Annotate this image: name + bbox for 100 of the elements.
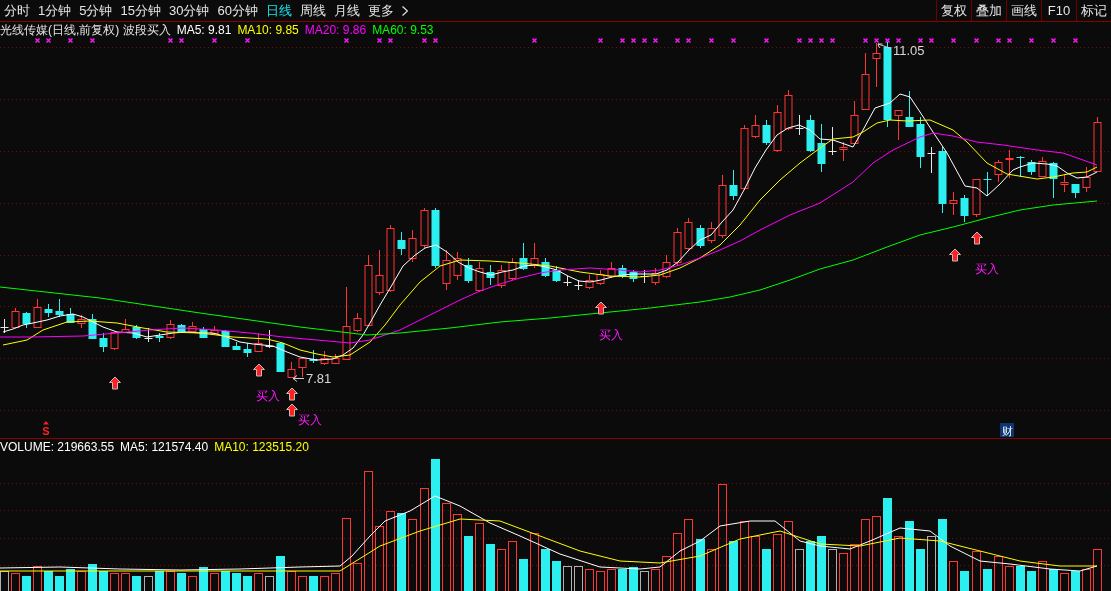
candlestick — [55, 298, 64, 318]
candlestick — [121, 318, 130, 334]
cross-mark-icon — [807, 38, 814, 44]
candlestick — [662, 254, 671, 279]
candlestick — [353, 312, 362, 333]
candlestick — [210, 325, 219, 336]
cross-mark-icon — [387, 38, 394, 44]
candlestick — [287, 361, 296, 379]
candlestick — [475, 261, 484, 293]
period-tab[interactable]: 月线 — [329, 0, 364, 21]
toolbar-button[interactable]: 复权 — [936, 0, 971, 21]
candlestick — [651, 267, 660, 286]
candlestick — [552, 265, 561, 283]
cross-mark-icon — [432, 38, 439, 44]
candlestick — [1027, 159, 1036, 176]
candlestick — [99, 332, 108, 353]
candlestick — [486, 264, 495, 286]
candlestick — [607, 261, 616, 279]
candlestick — [155, 332, 164, 343]
candlestick — [166, 319, 175, 340]
candlestick — [88, 313, 97, 340]
candlestick — [960, 194, 969, 223]
period-tab[interactable]: 1分钟 — [34, 0, 76, 21]
candlestick — [905, 90, 914, 127]
candlestick — [751, 114, 760, 139]
cross-mark-icon — [973, 38, 980, 44]
cross-mark-icon — [1072, 38, 1079, 44]
candlestick — [618, 264, 627, 279]
indicator-label: MA5: 121574.40 — [120, 440, 209, 454]
candlestick — [773, 104, 782, 153]
candlestick — [199, 326, 208, 339]
candlestick — [309, 349, 318, 364]
candlestick — [11, 307, 20, 329]
period-tab[interactable]: 30分钟 — [164, 0, 214, 21]
signal-label: 买入 — [599, 328, 623, 342]
candlestick — [397, 231, 406, 256]
candlestick — [298, 358, 307, 378]
high-price-label: 11.05 — [893, 43, 925, 58]
toolbar-button[interactable]: 画线 — [1006, 0, 1041, 21]
more-menu-button[interactable]: 更多 — [363, 0, 412, 21]
period-tab[interactable]: 5分钟 — [75, 0, 117, 21]
candlestick — [408, 229, 417, 263]
period-tab[interactable]: 60分钟 — [213, 0, 262, 21]
candlestick — [894, 110, 903, 141]
candlestick — [574, 279, 583, 291]
signal-letter: S — [42, 425, 50, 437]
toolbar-button[interactable]: F10 — [1041, 0, 1076, 21]
candlestick — [707, 221, 716, 244]
period-tab[interactable]: 分时 — [0, 0, 34, 21]
cross-mark-icon — [928, 38, 935, 44]
candlestick — [850, 100, 859, 144]
up-arrow-icon — [253, 363, 265, 377]
period-tab[interactable]: 周线 — [295, 0, 330, 21]
cross-mark-icon — [730, 38, 737, 44]
signal-label: 买入 — [298, 413, 322, 427]
candlestick — [839, 141, 848, 162]
signal-label: 买入 — [256, 389, 280, 403]
candlestick — [221, 329, 230, 348]
cross-mark-icon — [178, 38, 185, 44]
period-tab[interactable]: 15分钟 — [116, 0, 165, 21]
cross-mark-icon — [884, 38, 891, 44]
chart-title: 光线传媒(日线,前复权) 波段买入 — [0, 23, 171, 37]
candlestick — [1082, 166, 1091, 193]
candlestick — [696, 224, 705, 249]
cross-mark-icon — [652, 38, 659, 44]
candlestick — [420, 207, 429, 249]
candlestick — [177, 323, 186, 334]
candlestick — [1049, 161, 1058, 199]
candlestick — [762, 119, 771, 146]
candlestick — [375, 249, 384, 296]
cross-mark-icon — [45, 38, 52, 44]
up-arrow-icon — [595, 301, 607, 315]
cross-mark-icon — [829, 38, 836, 44]
candlestick — [927, 146, 936, 174]
cross-mark-icon — [995, 38, 1002, 44]
toolbar-button[interactable]: 叠加 — [971, 0, 1006, 21]
cross-mark-icon — [89, 38, 96, 44]
candlestick — [508, 257, 517, 281]
toolbar-button[interactable]: 标记 — [1076, 0, 1111, 21]
candlestick — [22, 311, 31, 329]
candlestick — [629, 269, 638, 283]
finance-badge[interactable]: 财 — [1000, 423, 1014, 437]
chevron-right-icon[interactable] — [401, 5, 408, 16]
cross-mark-icon — [597, 38, 604, 44]
candlestick — [596, 269, 605, 286]
candlestick — [916, 116, 925, 169]
cross-mark-icon — [763, 38, 770, 44]
candlestick — [276, 341, 285, 373]
candlestick — [320, 350, 329, 366]
candlestick — [872, 42, 881, 88]
leader-arrow — [292, 375, 305, 382]
candlestick — [1016, 155, 1025, 178]
candlestick — [585, 274, 594, 290]
candlestick — [828, 126, 837, 156]
period-tab[interactable]: 日线 — [261, 0, 296, 21]
candlestick — [1060, 173, 1069, 193]
cross-mark-icon — [818, 38, 825, 44]
signal-label: 买入 — [975, 262, 999, 276]
cross-mark-icon — [1028, 38, 1035, 44]
candlestick — [44, 303, 53, 318]
